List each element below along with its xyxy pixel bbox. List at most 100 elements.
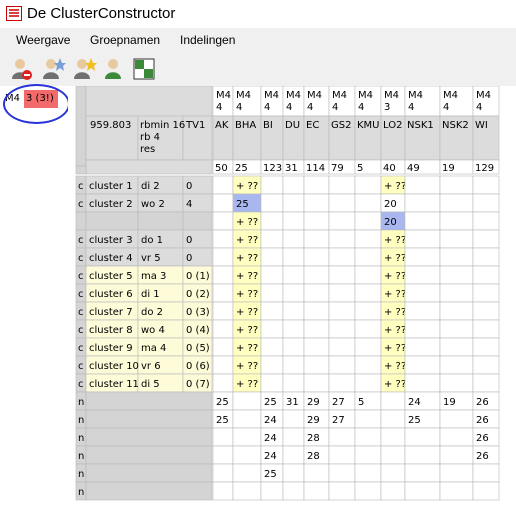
cluster-cell — [439, 355, 474, 375]
subject-group-label: M4 — [384, 90, 399, 101]
cluster-cell-value: + ?? — [236, 217, 258, 228]
cluster-cell — [303, 247, 330, 267]
total-value: 5 — [357, 163, 363, 174]
row-type: c — [78, 361, 84, 372]
cluster-count: 0 (5) — [186, 343, 210, 354]
cluster-cell — [328, 355, 356, 375]
menu-weergave[interactable]: Weergave — [16, 33, 70, 47]
n-cell — [380, 409, 406, 429]
row-type: c — [78, 271, 84, 282]
cluster-slot: ma 4 — [141, 343, 166, 354]
cluster-cell — [354, 193, 382, 213]
user-add-star-icon[interactable] — [71, 56, 97, 82]
cluster-count: 0 (1) — [186, 271, 210, 282]
n-cell-value: 24 — [408, 397, 421, 408]
subject-group-label: M4 — [216, 90, 231, 101]
n-cell — [404, 445, 441, 465]
n-cell — [303, 463, 330, 483]
app-logo-icon — [6, 6, 22, 21]
cluster-cell — [404, 229, 441, 249]
row-type: n — [78, 469, 84, 480]
cluster-cell — [439, 373, 474, 393]
cluster-cell-value: + ?? — [384, 289, 406, 300]
n-cell — [282, 445, 305, 465]
cluster-cell — [282, 229, 305, 249]
cluster-cell — [328, 211, 356, 231]
cluster-name: cluster 7 — [89, 307, 133, 318]
cluster-cell — [303, 283, 330, 303]
cluster-slot: do 2 — [141, 307, 163, 318]
cluster-cell — [282, 175, 305, 195]
menu-indelingen[interactable]: Indelingen — [180, 33, 235, 47]
cluster-cell-value: + ?? — [384, 361, 406, 372]
cluster-cell — [439, 211, 474, 231]
n-cell — [282, 463, 305, 483]
n-cell-value: 29 — [307, 415, 320, 426]
cluster-cell-value: + ?? — [236, 307, 258, 318]
cluster-cell — [472, 211, 500, 231]
cluster-cell — [282, 283, 305, 303]
subject-group-label: M4 — [358, 90, 373, 101]
cluster-cell — [328, 301, 356, 321]
cluster-cell-value: + ?? — [236, 379, 258, 390]
user-remove-icon[interactable] — [9, 56, 35, 82]
cluster-cell — [354, 301, 382, 321]
cluster-name: cluster 1 — [89, 181, 133, 192]
cluster-cell — [303, 337, 330, 357]
n-cell-value: 5 — [358, 397, 364, 408]
n-cell — [380, 427, 406, 447]
cluster-cell — [303, 193, 330, 213]
cluster-cell — [439, 319, 474, 339]
user-star-icon[interactable] — [40, 56, 66, 82]
n-cell — [439, 427, 474, 447]
cluster-table: 959.803 rbmin 16rb 4resTV1M44AK50M44BHA25… — [75, 86, 500, 501]
cluster-cell — [282, 355, 305, 375]
cluster-cell — [472, 283, 500, 303]
cluster-count: 0 — [186, 181, 192, 192]
cluster-cell — [472, 175, 500, 195]
cluster-cell-value: 20 — [384, 199, 397, 210]
n-cell-value: 19 — [443, 397, 456, 408]
cluster-cell — [282, 265, 305, 285]
cluster-cell — [439, 247, 474, 267]
n-cell — [328, 481, 356, 501]
n-cell-value: 27 — [332, 397, 345, 408]
cluster-cell — [260, 373, 284, 393]
cluster-cell — [212, 247, 234, 267]
grid-icon[interactable] — [131, 56, 157, 82]
row-type: c — [78, 379, 84, 390]
cluster-cell — [260, 211, 284, 231]
cluster-cell — [260, 229, 284, 249]
cluster-name: cluster 8 — [89, 325, 133, 336]
n-cell — [328, 427, 356, 447]
cluster-cell — [212, 319, 234, 339]
cluster-cell — [404, 211, 441, 231]
cluster-cell — [404, 265, 441, 285]
info-code: 959.803 — [90, 120, 131, 131]
cluster-name: cluster 6 — [89, 289, 133, 300]
cluster-cell — [472, 229, 500, 249]
cluster-count: 0 (7) — [186, 379, 210, 390]
subject-group-number: 3 — [384, 102, 390, 113]
n-cell — [232, 463, 262, 483]
subject-label: WI — [475, 120, 488, 131]
cluster-cell — [303, 211, 330, 231]
n-cell — [232, 409, 262, 429]
cluster-cell — [354, 211, 382, 231]
cluster-cell — [404, 337, 441, 357]
info-rbmin: rbmin 16 — [140, 120, 185, 131]
cluster-count: 0 (4) — [186, 325, 210, 336]
cluster-cell — [354, 247, 382, 267]
cluster-cell — [260, 319, 284, 339]
n-cell — [354, 427, 382, 447]
cluster-cell-value: + ?? — [384, 235, 406, 246]
cluster-cell — [260, 265, 284, 285]
row-type: c — [78, 199, 84, 210]
n-cell — [303, 481, 330, 501]
menu-groepnamen[interactable]: Groepnamen — [90, 33, 160, 47]
cluster-cell — [404, 373, 441, 393]
cluster-cell — [328, 373, 356, 393]
cluster-cell — [212, 175, 234, 195]
cluster-cell — [472, 319, 500, 339]
user-icon[interactable] — [101, 56, 127, 82]
